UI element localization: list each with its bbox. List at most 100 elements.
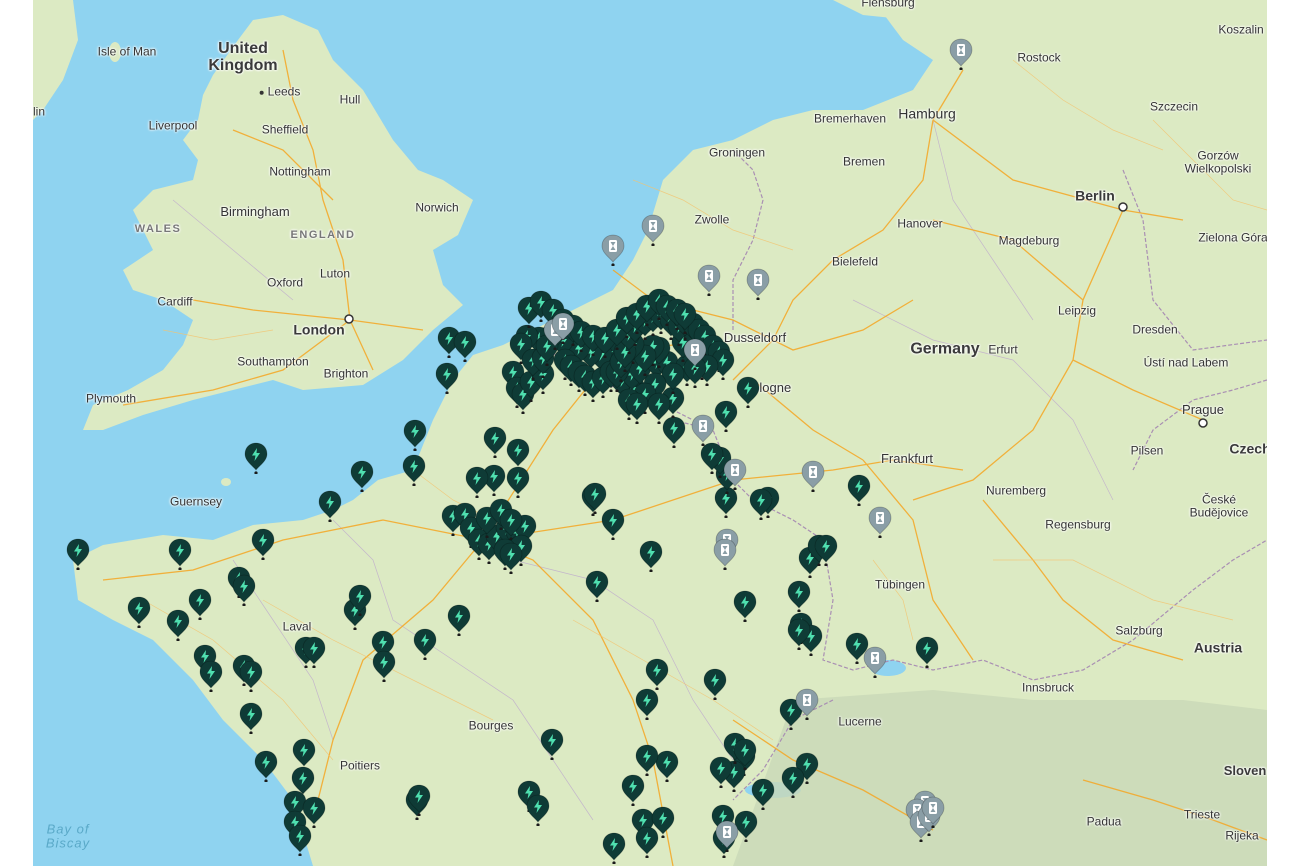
lightning-bolt-icon [781,766,805,798]
charger-pin[interactable] [645,658,669,690]
charger-pin[interactable] [915,636,939,668]
charger-pin[interactable] [251,528,275,560]
planned-site-pin[interactable] [868,506,892,538]
label-hull: Hull [339,92,361,107]
charger-pin[interactable] [621,774,645,806]
label-lucerne: Lucerne [838,714,882,729]
lightning-bolt-icon [499,542,523,574]
lightning-bolt-icon [602,832,626,864]
charger-pin[interactable] [540,728,564,760]
charger-pin[interactable] [288,824,312,856]
charger-pin[interactable] [814,534,838,566]
hourglass-icon [863,646,887,678]
charger-pin[interactable] [348,584,372,616]
charger-pin[interactable] [350,460,374,492]
planned-site-pin[interactable] [795,688,819,720]
charger-pin[interactable] [639,540,663,572]
planned-site-pin[interactable] [691,414,715,446]
charger-pin[interactable] [403,419,427,451]
charger-pin[interactable] [847,474,871,506]
charger-pin[interactable] [188,588,212,620]
charger-pin[interactable] [714,400,738,432]
lightning-bolt-icon [302,636,326,668]
label-groningen: Groningen [708,145,766,160]
charger-pin[interactable] [585,570,609,602]
label-guernsey: Guernsey [169,494,223,509]
charger-pin[interactable] [413,628,437,660]
charger-pin[interactable] [787,580,811,612]
label-slovenia: Sloven [1223,763,1267,779]
charger-pin[interactable] [787,618,811,650]
charger-pin[interactable] [232,574,256,606]
charger-pin[interactable] [372,650,396,682]
label-isle-of-man: Isle of Man [97,44,157,59]
charger-pin[interactable] [781,766,805,798]
label-koszalin: Koszalin [1218,22,1264,37]
charger-pin[interactable] [435,362,459,394]
charger-pin[interactable] [483,426,507,458]
hourglass-icon [641,214,665,246]
map-canvas[interactable]: Isle of Man United Kingdom lin Leeds Hul… [33,0,1267,866]
charger-pin[interactable] [700,442,724,474]
planned-site-pin[interactable] [949,38,973,70]
charger-pin[interactable] [601,508,625,540]
planned-site-pin[interactable] [683,338,707,370]
label-southampton: Southampton [237,354,309,369]
label-ceske: České Budějovice [1189,492,1249,519]
charger-pin[interactable] [749,488,773,520]
charger-pin[interactable] [402,454,426,486]
charger-pin[interactable] [625,392,649,424]
label-szczecin: Szczecin [1149,99,1199,114]
charger-pin[interactable] [318,490,342,522]
charger-pin[interactable] [168,538,192,570]
lightning-bolt-icon [348,584,372,616]
planned-site-pin[interactable] [551,312,575,344]
charger-pin[interactable] [506,466,530,498]
charger-pin[interactable] [499,542,523,574]
charger-pin[interactable] [635,744,659,776]
planned-site-pin[interactable] [601,234,625,266]
charger-pin[interactable] [407,784,431,816]
charger-pin[interactable] [673,302,697,334]
charger-pin[interactable] [526,794,550,826]
label-nuremberg: Nuremberg [985,483,1047,498]
charger-pin[interactable] [166,609,190,641]
charger-pin[interactable] [602,832,626,864]
planned-site-pin[interactable] [715,820,739,852]
charger-pin[interactable] [254,750,278,782]
charger-pin[interactable] [199,660,223,692]
charger-pin[interactable] [651,806,675,838]
charger-pin[interactable] [751,778,775,810]
charger-pin[interactable] [239,660,263,692]
charger-pin[interactable] [447,604,471,636]
label-trieste: Trieste [1183,807,1221,822]
lightning-bolt-icon [318,490,342,522]
planned-site-pin[interactable] [713,538,737,570]
hourglass-icon [921,796,945,828]
label-laval: Laval [282,619,312,634]
planned-site-pin[interactable] [641,214,665,246]
planned-site-pin[interactable] [921,796,945,828]
lightning-bolt-icon [239,660,263,692]
charger-pin[interactable] [703,668,727,700]
charger-pin[interactable] [465,466,489,498]
planned-site-pin[interactable] [697,264,721,296]
charger-pin[interactable] [127,596,151,628]
charger-pin[interactable] [647,392,671,424]
charger-pin[interactable] [733,590,757,622]
charger-pin[interactable] [733,738,757,770]
charger-pin[interactable] [239,702,263,734]
planned-site-pin[interactable] [863,646,887,678]
planned-site-pin[interactable] [723,458,747,490]
charger-pin[interactable] [244,442,268,474]
planned-site-pin[interactable] [801,460,825,492]
charger-pin[interactable] [736,376,760,408]
label-bay-of-biscay: Bay of Biscay [45,821,91,850]
lightning-bolt-icon [66,538,90,570]
charger-pin[interactable] [302,636,326,668]
charger-pin[interactable] [635,688,659,720]
charger-pin[interactable] [66,538,90,570]
charger-pin[interactable] [453,330,477,362]
planned-site-pin[interactable] [746,268,770,300]
label-usti: Ústí nad Labem [1143,355,1229,370]
